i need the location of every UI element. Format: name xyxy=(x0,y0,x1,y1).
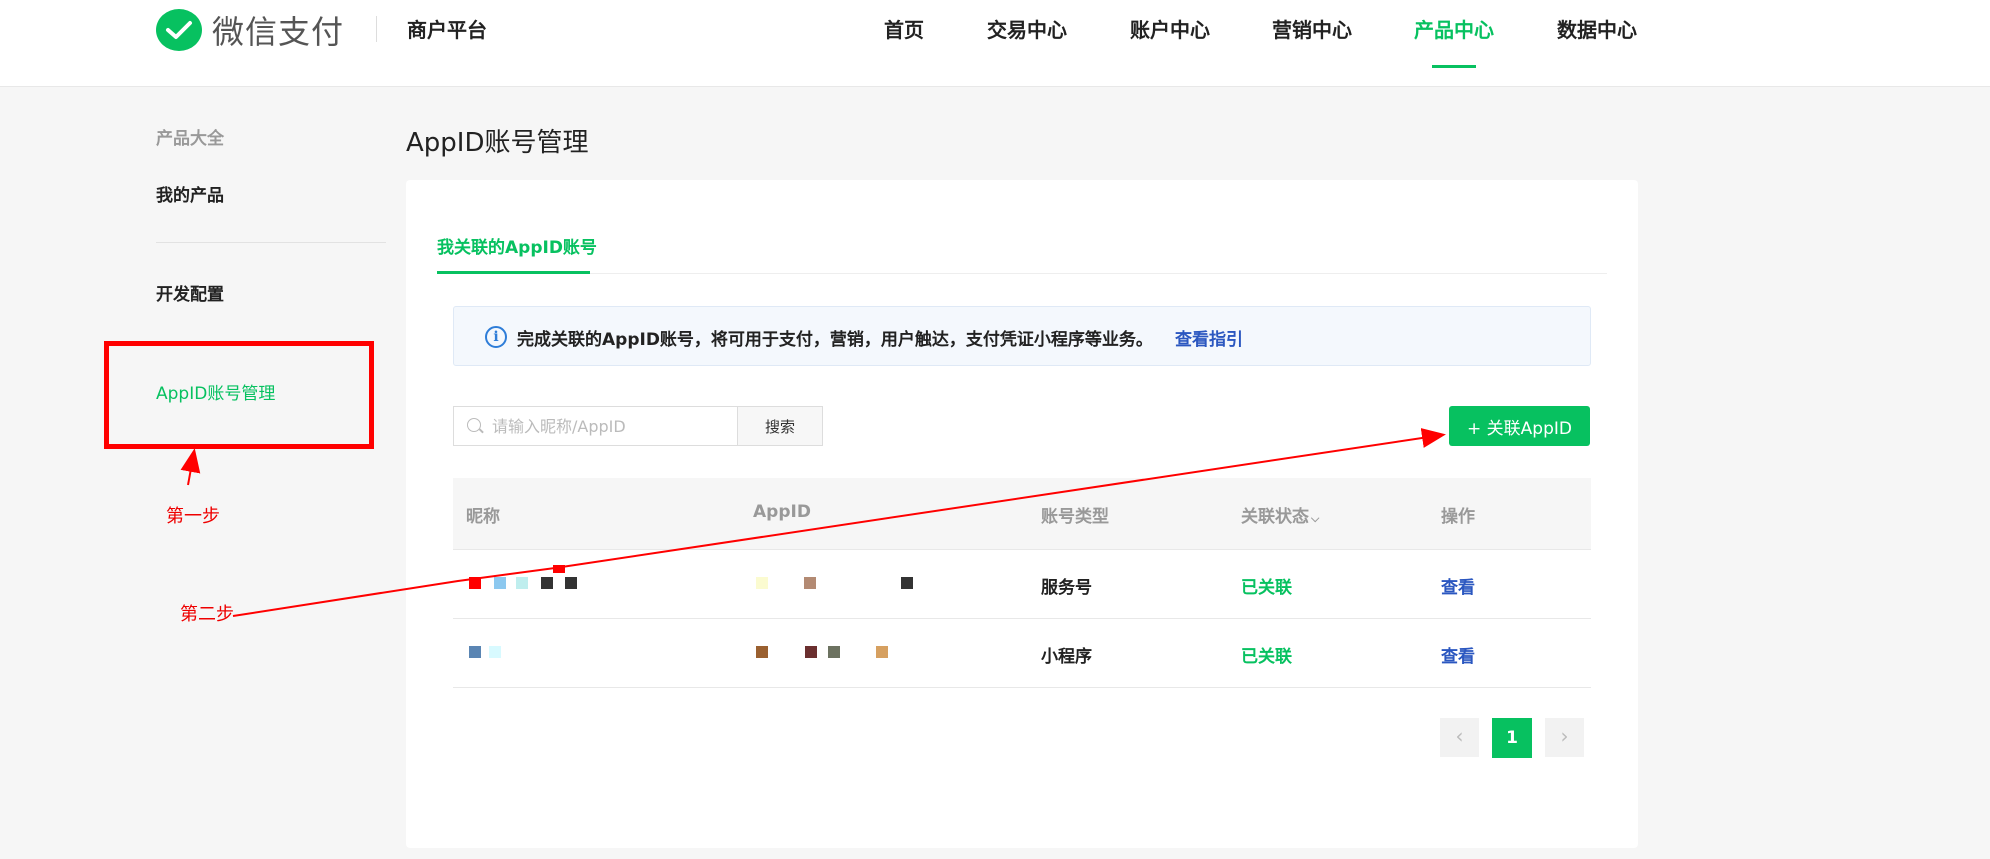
sidebar-group-label: 产品大全 xyxy=(156,129,224,149)
nickname-redacted xyxy=(494,577,506,589)
nav-item-data[interactable]: 数据中心 xyxy=(1557,14,1637,43)
notice-text: 完成关联的AppID账号，将可用于支付，营销，用户触达，支付凭证小程序等业务。 xyxy=(517,330,1153,350)
nickname-redacted xyxy=(489,646,501,658)
tab-active-indicator xyxy=(437,271,590,274)
header-nickname: 昵称 xyxy=(466,507,500,527)
nickname-redacted xyxy=(565,577,577,589)
pagination-next-button[interactable]: › xyxy=(1545,718,1584,757)
view-link[interactable]: 查看 xyxy=(1441,642,1475,667)
sidebar-divider xyxy=(156,242,386,243)
tab-bar-line xyxy=(437,273,1607,274)
appid-redacted xyxy=(805,646,817,658)
account-type: 服务号 xyxy=(1041,578,1092,598)
header-actions: 操作 xyxy=(1441,507,1475,527)
table-row: 小程序 已关联 查看 xyxy=(453,619,1591,688)
pagination-prev-button[interactable]: ‹ xyxy=(1440,718,1479,757)
account-type: 小程序 xyxy=(1041,647,1092,667)
table-row: 服务号 已关联 查看 xyxy=(453,550,1591,619)
nav-item-home[interactable]: 首页 xyxy=(884,14,924,43)
view-guide-link[interactable]: 查看指引 xyxy=(1175,325,1243,350)
nav-item-products[interactable]: 产品中心 xyxy=(1414,14,1494,43)
nav-item-marketing[interactable]: 营销中心 xyxy=(1272,14,1352,43)
pagination-page-button[interactable]: 1 xyxy=(1492,718,1532,758)
appid-table: 昵称 AppID 账号类型 关联状态 ⌵ 操作 服务号 已关联 查看 小程序 已关… xyxy=(453,478,1591,688)
nickname-redacted xyxy=(541,577,553,589)
main-nav: 首页 交易中心 账户中心 营销中心 产品中心 数据中心 xyxy=(0,12,1990,72)
appid-redacted xyxy=(804,577,816,589)
nickname-redacted xyxy=(516,577,528,589)
link-status: 已关联 xyxy=(1241,578,1292,598)
header-link-status-label: 关联状态 xyxy=(1241,507,1309,527)
appid-redacted xyxy=(756,577,768,589)
view-link[interactable]: 查看 xyxy=(1441,573,1475,598)
nav-item-account[interactable]: 账户中心 xyxy=(1130,14,1210,43)
step1-annotation: 第一步 xyxy=(166,506,220,527)
nav-active-indicator xyxy=(1432,65,1476,68)
appid-redacted xyxy=(828,646,840,658)
search-button[interactable]: 搜索 xyxy=(737,406,823,446)
header-link-status[interactable]: 关联状态 ⌵ xyxy=(1241,502,1319,527)
link-status: 已关联 xyxy=(1241,647,1292,667)
search-field xyxy=(453,406,737,446)
nickname-redacted xyxy=(469,646,481,658)
header-account-type: 账号类型 xyxy=(1041,507,1109,527)
header-appid: AppID xyxy=(753,502,811,522)
search-icon xyxy=(467,418,481,432)
chevron-down-icon: ⌵ xyxy=(1311,512,1320,525)
appid-redacted xyxy=(901,577,913,589)
info-icon: i xyxy=(485,326,507,348)
nickname-redacted xyxy=(469,577,481,589)
link-appid-button[interactable]: + 关联AppID xyxy=(1449,406,1590,446)
top-header: 微信支付 商户平台 首页 交易中心 账户中心 营销中心 产品中心 数据中心 xyxy=(0,0,1990,87)
tab-linked-appid[interactable]: 我关联的AppID账号 xyxy=(437,233,597,258)
nav-item-transactions[interactable]: 交易中心 xyxy=(987,14,1067,43)
table-header: 昵称 AppID 账号类型 关联状态 ⌵ 操作 xyxy=(453,478,1591,550)
appid-redacted xyxy=(876,646,888,658)
step2-annotation: 第二步 xyxy=(180,604,234,625)
appid-redacted xyxy=(756,646,768,658)
info-notice: i 完成关联的AppID账号，将可用于支付，营销，用户触达，支付凭证小程序等业务… xyxy=(453,306,1591,366)
sidebar-item-my-products[interactable]: 我的产品 xyxy=(156,181,224,206)
sidebar-item-dev-config[interactable]: 开发配置 xyxy=(156,280,224,305)
step1-highlight-box xyxy=(104,341,374,449)
page-title: AppID账号管理 xyxy=(406,128,589,158)
search-input[interactable] xyxy=(492,407,732,445)
